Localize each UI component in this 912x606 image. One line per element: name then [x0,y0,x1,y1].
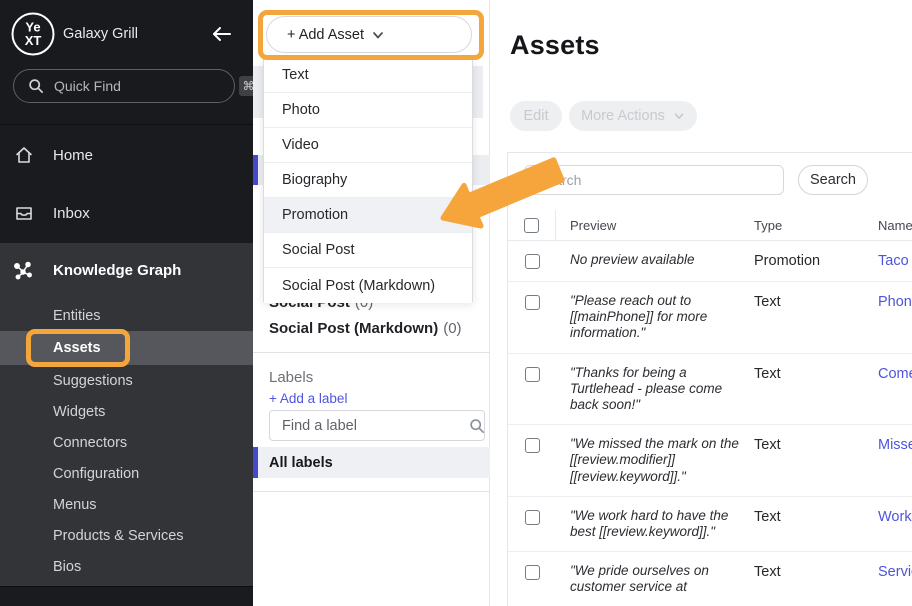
preview-text: "We pride ourselves on customer service … [570,563,740,595]
type-text: Text [754,437,781,453]
assets-search-button[interactable]: Search [798,165,868,195]
table-row: "We pride ourselves on customer service … [508,552,912,606]
dropdown-item-promotion[interactable]: Promotion [264,198,472,233]
all-labels-row[interactable]: All labels [253,447,490,478]
knowledge-graph-icon [12,260,34,282]
row-checkbox[interactable] [525,295,540,310]
add-asset-button[interactable]: + Add Asset [266,16,472,53]
asset-name-link[interactable]: Come [878,366,912,382]
type-text: Text [754,564,781,580]
chevron-down-icon [371,28,455,42]
search-icon [28,78,44,94]
collapse-sidebar-arrow-icon[interactable] [208,22,234,46]
quick-find-search[interactable]: ⌘ K [13,69,235,103]
preview-text: No preview available [570,252,740,268]
type-text: Text [754,509,781,525]
header-name: Name [878,218,912,233]
page-title: Assets [510,30,600,61]
table-row: "Please reach out to [[mainPhone]] for m… [508,282,912,354]
table-search-row: Search [508,153,912,195]
more-actions-button[interactable]: More Actions [569,101,697,131]
sidebar-item-entities[interactable]: Entities [0,300,253,331]
assets-table-card: Search Preview Type Name No preview avai… [507,152,912,606]
sidebar-item-products-services[interactable]: Products & Services [0,520,253,551]
table-row: "We work hard to have the best [[review.… [508,497,912,552]
preview-text: "Thanks for being a Turtlehead - please … [570,365,740,414]
selected-indicator-bar [253,155,258,185]
table-header-row: Preview Type Name [508,210,912,241]
sidebar-item-bios[interactable]: Bios [0,551,253,582]
sidebar-footer [0,586,253,606]
account-name: Galaxy Grill [63,26,138,42]
row-checkbox[interactable] [525,438,540,453]
sidebar-item-widgets[interactable]: Widgets [0,396,253,427]
assets-search-input[interactable] [524,165,784,195]
asset-name-link[interactable]: Misse [878,437,912,453]
type-text: Text [754,294,781,310]
dropdown-item-social-post-markdown[interactable]: Social Post (Markdown) [264,268,472,303]
row-checkbox[interactable] [525,510,540,525]
sidebar: Ye XT Galaxy Grill ⌘ K [0,0,253,606]
preview-text: "We missed the mark on the [[review.modi… [570,436,740,485]
dropdown-item-text[interactable]: Text [264,58,472,93]
asset-name-link[interactable]: Taco [878,253,909,269]
asset-type-row-social-post-markdown[interactable]: Social Post (Markdown)(0) [269,320,462,337]
sidebar-item-suggestions[interactable]: Suggestions [0,365,253,396]
quick-find-input[interactable] [54,78,235,94]
chevron-down-icon [673,110,685,122]
sidebar-item-home[interactable]: Home [0,137,253,173]
header-preview: Preview [556,218,754,233]
row-checkbox[interactable] [525,367,540,382]
type-text: Promotion [754,253,820,269]
divider [253,352,490,353]
knowledge-graph-section: Knowledge Graph Entities Assets Suggesti… [0,243,253,586]
find-label-input[interactable] [282,418,469,434]
sidebar-header: Ye XT Galaxy Grill ⌘ K [0,0,253,125]
screen: Ye XT Galaxy Grill ⌘ K [0,0,912,606]
sidebar-item-connectors[interactable]: Connectors [0,427,253,458]
sidebar-item-inbox[interactable]: Inbox [0,195,253,231]
assets-table: Preview Type Name No preview available P… [508,210,912,606]
sidebar-item-menus[interactable]: Menus [0,489,253,520]
preview-text: "Please reach out to [[mainPhone]] for m… [570,293,740,342]
svg-text:XT: XT [25,33,42,48]
divider [253,491,490,492]
asset-name-link[interactable]: Servic [878,564,912,580]
asset-name-link[interactable]: Work [878,509,912,525]
yext-logo-icon: Ye XT [10,11,56,57]
home-icon [14,145,34,165]
edit-button[interactable]: Edit [510,101,562,131]
dropdown-item-video[interactable]: Video [264,128,472,163]
asset-name-link[interactable]: Phone [878,294,912,310]
select-all-checkbox[interactable] [524,218,539,233]
dropdown-item-photo[interactable]: Photo [264,93,472,128]
inbox-icon [14,203,34,223]
dropdown-item-social-post[interactable]: Social Post [264,233,472,268]
labels-section-title: Labels [269,369,313,386]
find-label-search[interactable] [269,410,485,441]
preview-text: "We work hard to have the best [[review.… [570,508,740,540]
sidebar-item-assets[interactable]: Assets [0,331,253,365]
sidebar-item-knowledge-graph[interactable]: Knowledge Graph [0,253,253,289]
header-type: Type [754,218,878,233]
sidebar-item-configuration[interactable]: Configuration [0,458,253,489]
row-checkbox[interactable] [525,254,540,269]
selected-indicator-bar [253,447,258,478]
dropdown-item-biography[interactable]: Biography [264,163,472,198]
add-label-link[interactable]: + Add a label [269,391,347,406]
table-row: No preview available Promotion Taco [508,241,912,282]
search-icon [469,418,485,434]
type-text: Text [754,366,781,382]
add-asset-dropdown-menu: Text Photo Video Biography Promotion Soc… [263,57,473,302]
table-row: "We missed the mark on the [[review.modi… [508,425,912,497]
row-checkbox[interactable] [525,565,540,580]
table-row: "Thanks for being a Turtlehead - please … [508,354,912,426]
